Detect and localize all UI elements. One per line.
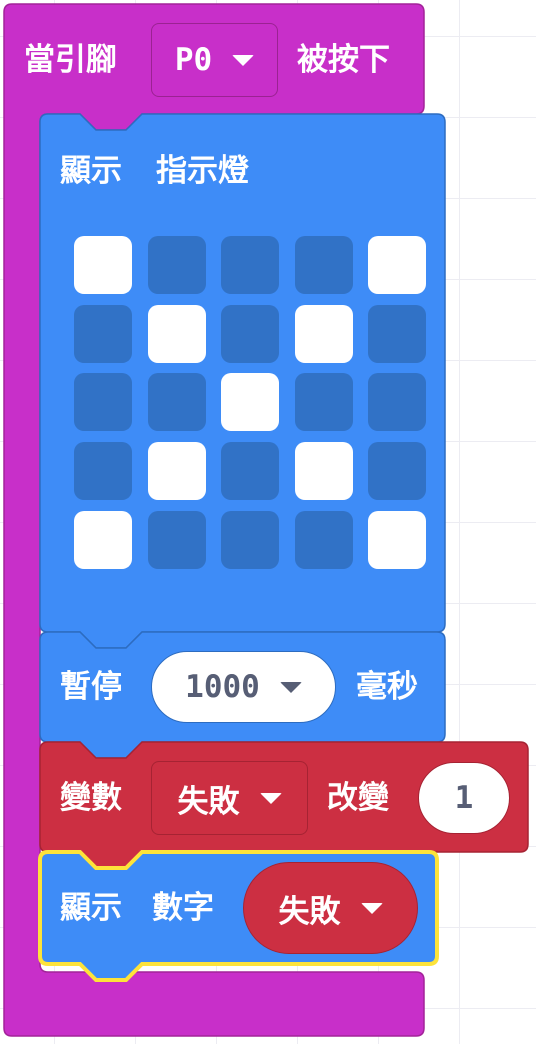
led-r1-c5[interactable] [368,236,426,294]
change-var-variable-value: 失敗 [177,783,240,820]
led-r2-c4[interactable] [295,305,353,363]
event-suffix-label: 被按下 [297,42,390,78]
caret-down-icon [360,902,383,914]
led-r3-c5[interactable] [368,373,426,431]
led-r4-c1[interactable] [74,442,132,500]
led-r2-c1[interactable] [74,305,132,363]
show-leds-label-leds: 指示燈 [156,153,249,189]
led-r3-c3[interactable] [221,373,279,431]
event-prefix-label: 當引腳 [24,42,117,78]
change-var-action-label: 改變 [327,780,389,816]
led-r5-c1[interactable] [74,511,132,569]
led-r4-c2[interactable] [148,442,206,500]
led-r4-c4[interactable] [295,442,353,500]
pin-dropdown[interactable]: P0 [151,23,278,97]
pause-unit-label: 毫秒 [356,669,418,705]
led-r4-c3[interactable] [221,442,279,500]
led-r5-c3[interactable] [221,511,279,569]
caret-down-icon [259,792,282,804]
change-var-amount-input[interactable]: 1 [418,762,510,834]
change-var-amount-value: 1 [454,780,474,816]
led-r3-c4[interactable] [295,373,353,431]
led-r3-c1[interactable] [74,373,132,431]
change-var-label: 變數 [60,780,122,816]
show-number-label-show: 顯示 [60,890,122,926]
pause-duration-dropdown[interactable]: 1000 [151,651,336,723]
led-r1-c1[interactable] [74,236,132,294]
pause-duration-value: 1000 [185,669,260,705]
led-r1-c2[interactable] [148,236,206,294]
pause-label: 暫停 [60,669,122,705]
led-r5-c5[interactable] [368,511,426,569]
caret-down-icon [279,681,302,693]
led-r4-c5[interactable] [368,442,426,500]
led-r5-c2[interactable] [148,511,206,569]
show-number-label-number: 數字 [152,890,214,926]
led-r5-c4[interactable] [295,511,353,569]
change-var-variable-dropdown[interactable]: 失敗 [151,761,308,835]
led-r3-c2[interactable] [148,373,206,431]
show-number-variable-value: 失敗 [278,893,341,930]
led-r2-c5[interactable] [368,305,426,363]
led-r1-c3[interactable] [221,236,279,294]
led-r2-c2[interactable] [148,305,206,363]
pin-dropdown-value: P0 [174,42,213,78]
show-number-variable-reporter[interactable]: 失敗 [243,862,418,954]
led-r2-c3[interactable] [221,305,279,363]
caret-down-icon [232,54,255,66]
led-r1-c4[interactable] [295,236,353,294]
show-leds-label-show: 顯示 [60,153,122,189]
